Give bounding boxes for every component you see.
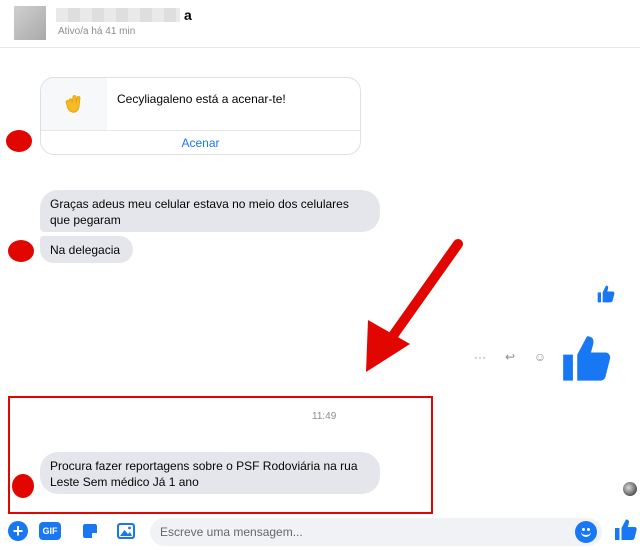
message-input[interactable]: [150, 518, 602, 546]
image-icon-svg: [117, 523, 135, 539]
plus-icon[interactable]: +: [8, 521, 28, 541]
sender-avatar-redacted: [6, 130, 32, 152]
sender-avatar-redacted: [12, 474, 34, 498]
send-like-icon[interactable]: [614, 518, 638, 542]
thumbs-up-icon[interactable]: [596, 284, 616, 304]
react-icon[interactable]: ☺: [532, 350, 548, 364]
wave-back-button[interactable]: Acenar: [41, 136, 360, 150]
emoji-mouth: [581, 531, 591, 537]
message-bubble[interactable]: Na delegacia: [40, 236, 133, 263]
waving-hand-icon-svg: [65, 95, 81, 113]
redacted-name: [56, 8, 180, 22]
divider: [41, 130, 360, 131]
wave-card: Cecyliagaleno está a acenar-te! Acenar: [40, 77, 361, 155]
contact-name[interactable]: a: [184, 7, 192, 23]
more-options-icon[interactable]: ···: [472, 350, 488, 364]
message-bubble[interactable]: Procura fazer reportagens sobre o PSF Ro…: [40, 452, 380, 494]
sender-avatar-redacted: [8, 240, 34, 262]
chat-header: a Ativo/a há 41 min: [0, 0, 640, 48]
message-timestamp: 11:49: [312, 411, 337, 422]
message-bubble[interactable]: Graças adeus meu celular estava no meio …: [40, 190, 380, 232]
sticker-icon[interactable]: [80, 521, 100, 541]
image-icon[interactable]: [116, 521, 136, 541]
gif-button[interactable]: GIF: [39, 522, 61, 540]
thumbs-up-icon[interactable]: [560, 333, 614, 385]
reply-icon[interactable]: ↩: [502, 350, 518, 364]
annotation-arrow: [366, 239, 463, 372]
waving-hand-icon: [41, 78, 107, 130]
contact-avatar[interactable]: [14, 6, 46, 40]
composer-bar: + GIF: [0, 514, 640, 550]
sticker-icon-svg: [83, 524, 97, 538]
active-status: Ativo/a há 41 min: [58, 26, 136, 37]
emoji-icon[interactable]: [575, 521, 597, 543]
seen-avatar: [623, 482, 637, 496]
wave-message: Cecyliagaleno está a acenar-te!: [117, 92, 286, 106]
messenger-chat-window: a Ativo/a há 41 min Cecyliagaleno está a…: [0, 0, 640, 550]
message-actions: ··· ↩ ☺: [472, 350, 548, 364]
